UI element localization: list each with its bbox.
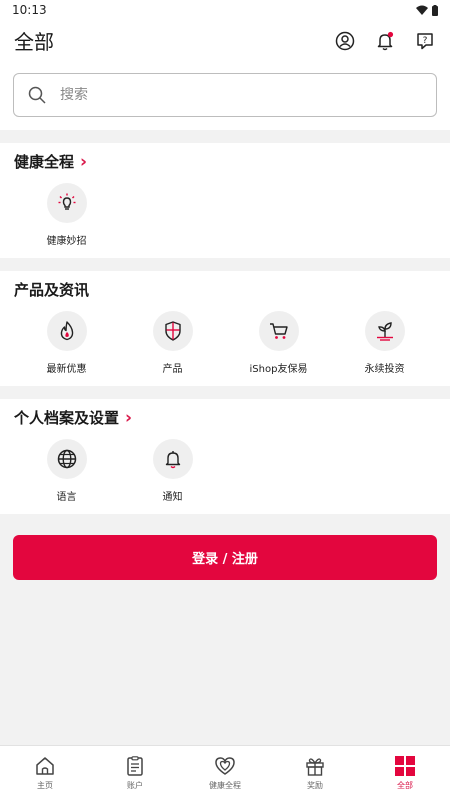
- tile-label: 健康妙招: [46, 236, 87, 247]
- tile-label: iShop友保易: [249, 364, 308, 375]
- document-icon: [127, 756, 143, 776]
- section-settings-title[interactable]: 个人档案及设置 ›: [14, 407, 132, 428]
- nav-label: 奖励: [307, 781, 323, 790]
- tile-label: 永续投资: [364, 364, 405, 375]
- nav-item-health[interactable]: 健康全程: [180, 746, 270, 800]
- section-products-title-text: 产品及资讯: [14, 281, 90, 299]
- tile-label: 最新优惠: [46, 364, 87, 375]
- login-register-button[interactable]: 登录 / 注册: [13, 535, 437, 580]
- header: 全部 ?: [0, 20, 450, 130]
- home-icon: [36, 757, 54, 775]
- heart-icon: [215, 757, 235, 775]
- nav-item-home[interactable]: 主页: [0, 746, 90, 800]
- section-health-title-text: 健康全程: [14, 153, 75, 171]
- profile-icon[interactable]: [334, 30, 356, 52]
- section-products-title: 产品及资讯: [14, 279, 89, 300]
- tile-notifications[interactable]: 通知: [119, 439, 226, 503]
- nav-label: 健康全程: [209, 781, 241, 790]
- svg-text:?: ?: [423, 36, 428, 46]
- nav-item-rewards[interactable]: 奖励: [270, 746, 360, 800]
- tile-label: 语言: [56, 492, 77, 503]
- tile-health-tips[interactable]: 健康妙招: [13, 183, 120, 247]
- chevron-right-icon: ›: [125, 407, 133, 428]
- tile-sustainable-investing[interactable]: 永续投资: [331, 311, 438, 375]
- flame-icon: [46, 311, 87, 351]
- gift-icon: [306, 758, 324, 776]
- section-health-title[interactable]: 健康全程 ›: [14, 151, 87, 172]
- tile-products[interactable]: 产品: [119, 311, 226, 375]
- bottom-nav: 主页 账户 健康全程 奖励 全部: [0, 745, 450, 800]
- section-products: 产品及资讯 最新优惠 产品 iShop友保易 永续投资: [0, 271, 450, 386]
- section-settings-title-text: 个人档案及设置: [14, 409, 120, 427]
- nav-label: 主页: [37, 781, 53, 790]
- lightbulb-icon: [46, 183, 87, 223]
- battery-icon: [432, 4, 438, 16]
- nav-item-all[interactable]: 全部: [360, 746, 450, 800]
- tile-label: 产品: [162, 364, 183, 375]
- search-input[interactable]: [60, 87, 400, 103]
- grid-icon: [395, 756, 415, 776]
- header-actions: ?: [334, 30, 436, 52]
- nav-item-account[interactable]: 账户: [90, 746, 180, 800]
- status-icons: [416, 4, 438, 16]
- search-box[interactable]: [13, 73, 437, 117]
- globe-icon: [46, 439, 87, 479]
- cart-icon: [258, 311, 299, 351]
- page-title: 全部: [14, 30, 54, 54]
- tile-language[interactable]: 语言: [13, 439, 120, 503]
- tile-ishop[interactable]: iShop友保易: [225, 311, 332, 375]
- section-health: 健康全程 › 健康妙招: [0, 143, 450, 258]
- sprout-icon: [364, 311, 405, 351]
- nav-label: 账户: [127, 781, 143, 790]
- status-bar: 10:13: [0, 0, 450, 20]
- shield-icon: [152, 311, 193, 351]
- tile-label: 通知: [162, 492, 183, 503]
- notification-bell-icon[interactable]: [374, 30, 396, 52]
- wifi-icon: [416, 5, 428, 15]
- nav-label: 全部: [397, 781, 413, 790]
- status-time: 10:13: [12, 3, 47, 17]
- chevron-right-icon: ›: [80, 151, 88, 172]
- search-icon: [28, 86, 46, 104]
- help-icon[interactable]: ?: [414, 30, 436, 52]
- bell-icon: [152, 439, 193, 479]
- section-settings: 个人档案及设置 › 语言 通知: [0, 399, 450, 514]
- tile-latest-offers[interactable]: 最新优惠: [13, 311, 120, 375]
